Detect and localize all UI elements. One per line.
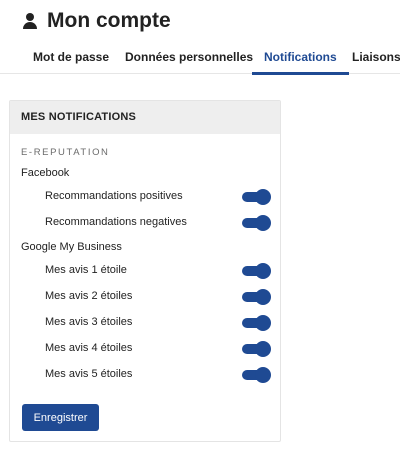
notification-label: Recommandations positives <box>45 190 183 202</box>
notification-toggle[interactable] <box>242 215 271 231</box>
notification-row: Mes avis 5 étoiles <box>10 365 280 385</box>
notification-row: Mes avis 2 étoiles <box>10 287 280 307</box>
tab-donnees-personnelles[interactable]: Données personnelles <box>125 44 253 74</box>
notification-row: Recommandations positives <box>10 187 280 207</box>
notification-toggle[interactable] <box>242 341 271 357</box>
notification-toggle[interactable] <box>242 263 271 279</box>
tab-mot-de-passe[interactable]: Mot de passe <box>33 44 109 74</box>
card-title: MES NOTIFICATIONS <box>10 101 280 134</box>
group-label-facebook: Facebook <box>21 167 70 179</box>
section-label-e-reputation: E-REPUTATION <box>21 147 110 158</box>
notification-label: Mes avis 1 étoile <box>45 264 127 276</box>
notification-label: Mes avis 5 étoiles <box>45 368 133 380</box>
notification-label: Mes avis 2 étoiles <box>45 290 133 302</box>
page-title: Mon compte <box>47 9 171 32</box>
tab-liaisons[interactable]: Liaisons <box>352 44 400 74</box>
notification-row: Mes avis 4 étoiles <box>10 339 280 359</box>
tab-notifications[interactable]: Notifications <box>252 44 349 75</box>
notification-toggle[interactable] <box>242 289 271 305</box>
notification-row: Mes avis 3 étoiles <box>10 313 280 333</box>
save-button[interactable]: Enregistrer <box>22 404 99 431</box>
notification-toggle[interactable] <box>242 315 271 331</box>
notification-label: Mes avis 4 étoiles <box>45 342 133 354</box>
group-label-google-my-business: Google My Business <box>21 241 122 253</box>
notification-toggle[interactable] <box>242 189 271 205</box>
tab-bar: Mot de passe Données personnelles Notifi… <box>0 44 400 75</box>
notification-label: Mes avis 3 étoiles <box>45 316 133 328</box>
page-header: Mon compte <box>22 8 171 34</box>
user-icon <box>22 13 38 29</box>
notification-row: Mes avis 1 étoile <box>10 261 280 281</box>
notifications-card: MES NOTIFICATIONS E-REPUTATION Facebook … <box>9 100 281 442</box>
notification-row: Recommandations negatives <box>10 213 280 233</box>
notification-label: Recommandations negatives <box>45 216 187 228</box>
notification-toggle[interactable] <box>242 367 271 383</box>
